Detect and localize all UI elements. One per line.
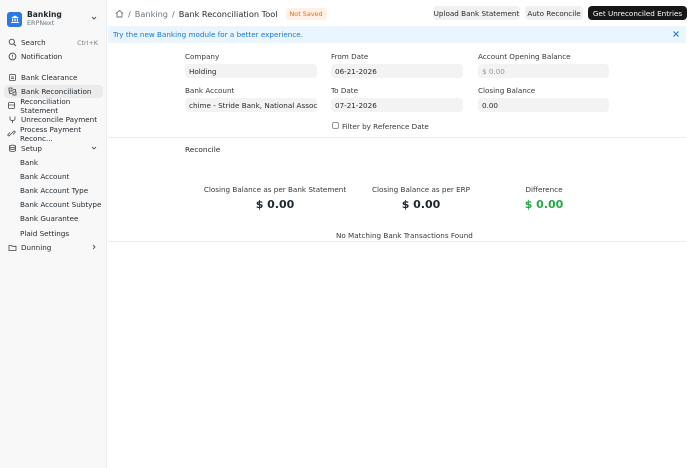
page-title: Bank Reconciliation Tool [178,9,278,19]
notification-label: Notification [21,52,63,61]
sidebar-item-process-payment-reconc[interactable]: Process Payment Reconc... [4,124,103,143]
opening-balance-field[interactable]: $ 0.00 [478,64,609,78]
search-icon [7,38,17,48]
sidebar-item-reconciliation-statement[interactable]: Reconciliation Statement [4,96,103,115]
database-icon [7,144,17,154]
section-divider [108,241,686,242]
search-shortcut: Ctrl+K [77,38,98,47]
close-icon[interactable] [672,30,680,40]
from-date-label: From Date [331,52,369,61]
to-date-field[interactable]: 07-21-2026 [331,98,463,112]
sidebar-item-label: Reconciliation Statement [20,96,71,115]
branch-icon [7,115,17,125]
banner-text: Try the new Banking module [113,30,218,39]
sidebar-subitem-bank[interactable]: Bank [20,156,38,169]
stmt-balance-label: Closing Balance as per Bank Statement [203,185,347,194]
difference-value: $ 0.00 [524,198,564,211]
sidebar-item-bank-clearance[interactable]: Bank Clearance [4,71,103,84]
sidebar-subitem-bank-account-type[interactable]: Bank Account Type [20,184,88,197]
breadcrumb: / Banking / Bank Reconciliation Tool Not… [115,8,327,20]
sidebar-item-label: Setup [21,144,42,153]
page-header: / Banking / Bank Reconciliation Tool Not… [107,0,690,26]
chevron-right-icon [90,243,98,253]
app-switcher[interactable]: Banking ERPNext [7,8,102,30]
home-icon[interactable] [115,9,124,20]
filter-by-reference-date-checkbox[interactable] [332,122,339,129]
breadcrumb-banking[interactable]: Banking [135,9,168,19]
app-title: Banking [27,10,62,19]
closing-balance-field[interactable]: 0.00 [478,98,609,112]
banner-link[interactable]: for a better experience. [218,30,303,39]
section-divider [108,137,686,138]
closing-balance-label: Closing Balance [478,86,536,95]
status-badge: Not Saved [285,8,327,20]
get-unreconciled-entries-button[interactable]: Get Unreconciled Entries [588,6,687,20]
sidebar-item-label: Bank Clearance [21,73,78,82]
difference-label: Difference [525,185,563,194]
bell-icon [7,52,17,62]
list-icon [7,101,16,111]
empty-state-message: No Matching Bank Transactions Found [336,231,473,240]
sidebar-notification[interactable]: Notification [4,50,103,63]
company-field[interactable]: Holding [185,64,317,78]
folder-icon [7,243,17,253]
bank-account-label: Bank Account [185,86,235,95]
sidebar-item-dunning[interactable]: Dunning [4,241,103,254]
auto-reconcile-button[interactable]: Auto Reconcile [525,6,583,20]
sidebar-subitem-bank-account-subtype[interactable]: Bank Account Subtype [20,198,101,211]
bank-account-field[interactable]: chime - Stride Bank, National Associa [185,98,317,112]
sidebar-item-label: Dunning [21,243,52,252]
upload-bank-statement-button[interactable]: Upload Bank Statement [433,6,520,20]
sidebar-subitem-plaid-settings[interactable]: Plaid Settings [20,227,69,240]
sidebar-item-setup[interactable]: Setup [4,142,103,155]
breadcrumb-separator: / [172,9,175,19]
sidebar-subitem-bank-guarantee[interactable]: Bank Guarantee [20,212,78,225]
stmt-balance-value: $ 0.00 [255,198,295,211]
app-subtitle: ERPNext [27,19,55,27]
bank-icon [7,11,22,27]
company-label: Company [185,52,220,61]
sidebar-item-label: Unreconcile Payment [21,115,98,124]
chevron-down-icon [90,144,98,154]
file-icon [7,73,17,83]
from-date-field[interactable]: 06-21-2026 [331,64,463,78]
to-date-label: To Date [331,86,359,95]
sidebar-search[interactable]: Search Ctrl+K [4,36,103,49]
sidebar-subitem-bank-account[interactable]: Bank Account [20,170,69,183]
sidebar: Banking ERPNext Search Ctrl+K Notificati… [0,0,107,468]
banking-module-banner: Try the new Banking module for a better … [108,26,686,43]
chevron-down-icon [90,14,98,24]
sidebar-item-label: Process Payment Reconc... [20,124,82,143]
opening-balance-label: Account Opening Balance [478,52,571,61]
search-label: Search [21,38,46,47]
filter-by-reference-date-label: Filter by Reference Date [342,122,429,131]
link-icon [7,129,16,139]
breadcrumb-separator: / [128,9,131,19]
reconcile-icon [7,87,17,97]
reconcile-section-title: Reconcile [185,145,221,154]
sidebar-item-label: Bank Reconciliation [21,87,92,96]
